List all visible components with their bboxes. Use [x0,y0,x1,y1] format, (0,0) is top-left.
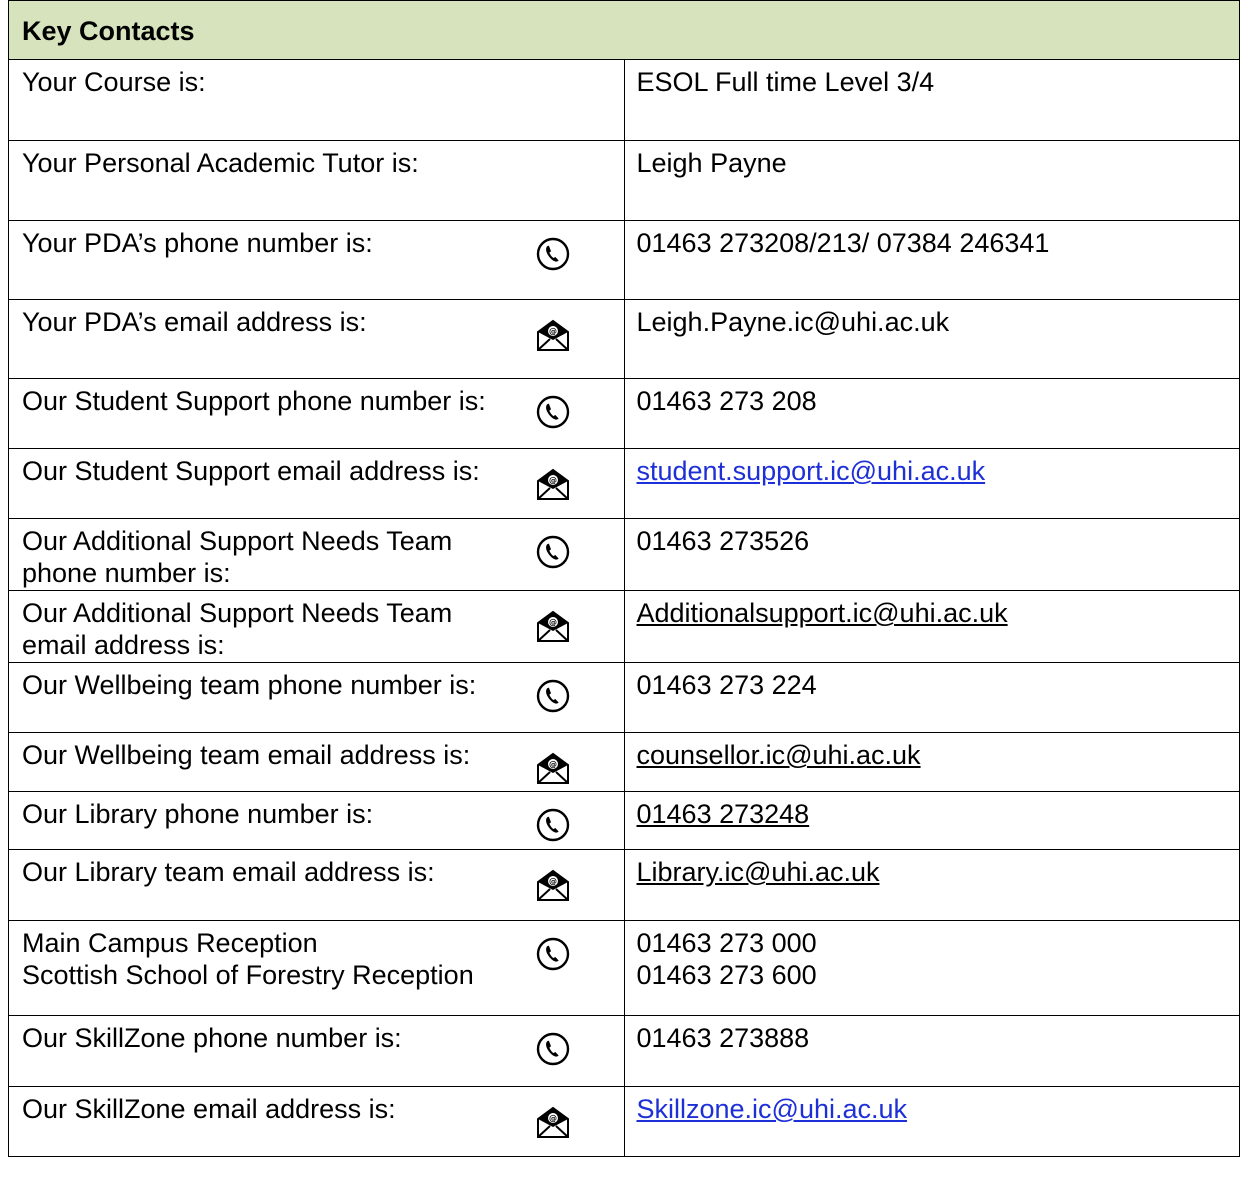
svg-text:@: @ [549,476,557,485]
table-row: Our Additional Support Needs Team email … [8,590,1240,663]
row-label-text: Our SkillZone phone number is: [22,1023,402,1053]
phone-icon [536,535,570,569]
table-row: Our Library phone number is: 01463 27324… [8,791,1240,850]
main-campus-phone-value: 01463 273 000 [636,928,817,958]
phone-icon [536,395,570,429]
row-label-text: Our Student Support phone number is: [22,386,486,416]
course-value: ESOL Full time Level 3/4 [636,67,935,97]
row-label-text: Your PDA’s email address is: [22,307,367,337]
row-label: Our Library team email address is: @ [8,849,625,921]
header-row: Key Contacts [8,0,1240,60]
row-label: Our Additional Support Needs Team email … [8,590,625,663]
phone-icon [536,237,570,271]
wellbeing-phone-value: 01463 273 224 [636,670,817,700]
row-value: 01463 273 000 01463 273 600 [623,920,1240,1016]
forestry-phone-value: 01463 273 600 [636,960,817,990]
row-label: Our Wellbeing team phone number is: [8,662,625,733]
row-value: 01463 273526 [623,518,1240,591]
row-label-text: Our Wellbeing team email address is: [22,740,471,770]
table-row: Our Wellbeing team phone number is: 0146… [8,662,1240,733]
phone-icon [536,808,570,842]
pda-email-value: Leigh.Payne.ic@uhi.ac.uk [636,307,950,337]
row-value: 01463 273208/213/ 07384 246341 [623,220,1240,300]
table-row: Your Personal Academic Tutor is: Leigh P… [8,140,1240,221]
key-contacts-table: Key Contacts Your Course is: ESOL Full t… [8,0,1240,1157]
skillzone-email-link[interactable]: Skillzone.ic@uhi.ac.uk [637,1094,908,1124]
row-label: Our SkillZone phone number is: [8,1015,625,1087]
svg-text:@: @ [549,877,557,886]
row-label-text: Our Student Support email address is: [22,456,480,486]
row-label: Our SkillZone email address is: @ [8,1086,625,1157]
table-row: Our Wellbeing team email address is: @ c… [8,732,1240,792]
forestry-label: Scottish School of Forestry Reception [22,960,474,990]
svg-text:@: @ [549,760,557,769]
table-row: Your PDA’s email address is: @ Leigh.Pay… [8,299,1240,379]
row-value: 01463 273 208 [623,378,1240,449]
table-row: Main Campus Reception Scottish School of… [8,920,1240,1016]
table-row: Your PDA’s phone number is: 01463 273208… [8,220,1240,300]
skillzone-phone-value: 01463 273888 [636,1023,810,1053]
phone-icon [536,1032,570,1066]
row-label-text: Our SkillZone email address is: [22,1094,396,1124]
row-value: ESOL Full time Level 3/4 [623,59,1240,141]
tutor-value: Leigh Payne [636,148,787,178]
email-icon: @ [536,868,570,902]
row-value: student.support.ic@uhi.ac.uk [623,448,1240,519]
row-label: Our Student Support email address is: @ [8,448,625,519]
pda-phone-value: 01463 273208/213/ 07384 246341 [636,228,1050,258]
row-label: Our Wellbeing team email address is: @ [8,732,625,792]
row-value: 01463 273 224 [623,662,1240,733]
row-value: counsellor.ic@uhi.ac.uk [623,732,1240,792]
table-row: Our SkillZone phone number is: 01463 273… [8,1015,1240,1087]
row-value: Leigh.Payne.ic@uhi.ac.uk [623,299,1240,379]
table-row: Our Library team email address is: @ Lib… [8,849,1240,921]
row-label-text: Our Additional Support Needs Team phone … [22,526,453,588]
row-label: Main Campus Reception Scottish School of… [8,920,625,1016]
row-value: Additionalsupport.ic@uhi.ac.uk [623,590,1240,663]
row-label-text: Your Course is: [22,67,206,97]
email-icon: @ [536,1105,570,1139]
row-value: Leigh Payne [623,140,1240,221]
row-label: Your Course is: [8,59,625,141]
row-label: Your PDA’s email address is: @ [8,299,625,379]
asn-phone-value: 01463 273526 [636,526,810,556]
row-label-text: Our Additional Support Needs Team email … [22,598,453,660]
row-value: 01463 273888 [623,1015,1240,1087]
library-email-link[interactable]: Library.ic@uhi.ac.uk [637,857,880,887]
student-support-phone-value: 01463 273 208 [636,386,817,416]
row-label-text: Your Personal Academic Tutor is: [22,148,419,178]
email-icon: @ [536,318,570,352]
email-icon: @ [536,609,570,643]
row-label-text: Our Library team email address is: [22,857,435,887]
row-value: 01463 273248 [623,791,1240,850]
row-label-text: Our Wellbeing team phone number is: [22,670,477,700]
student-support-email-link[interactable]: student.support.ic@uhi.ac.uk [637,456,986,486]
email-icon: @ [536,467,570,501]
phone-icon [536,937,570,971]
table-row: Our Additional Support Needs Team phone … [8,518,1240,591]
main-campus-label: Main Campus Reception [22,928,318,958]
row-value: Skillzone.ic@uhi.ac.uk [623,1086,1240,1157]
row-label: Our Student Support phone number is: [8,378,625,449]
table-row: Our SkillZone email address is: @ Skillz… [8,1086,1240,1157]
svg-text:@: @ [549,327,557,336]
email-icon: @ [536,751,570,785]
table-row: Our Student Support email address is: @ … [8,448,1240,519]
library-phone-link[interactable]: 01463 273248 [637,799,810,829]
row-label: Your Personal Academic Tutor is: [8,140,625,221]
row-label-text: Your PDA’s phone number is: [22,228,373,258]
row-label: Our Additional Support Needs Team phone … [8,518,625,591]
row-value: Library.ic@uhi.ac.uk [623,849,1240,921]
table-row: Your Course is: ESOL Full time Level 3/4 [8,59,1240,141]
wellbeing-email-link[interactable]: counsellor.ic@uhi.ac.uk [637,740,921,770]
table-title: Key Contacts [8,0,1240,60]
phone-icon [536,679,570,713]
svg-text:@: @ [549,1114,557,1123]
svg-text:@: @ [549,618,557,627]
row-label-text: Our Library phone number is: [22,799,374,829]
row-label: Our Library phone number is: [8,791,625,850]
row-label: Your PDA’s phone number is: [8,220,625,300]
asn-email-link[interactable]: Additionalsupport.ic@uhi.ac.uk [637,598,1008,628]
table-row: Our Student Support phone number is: 014… [8,378,1240,449]
